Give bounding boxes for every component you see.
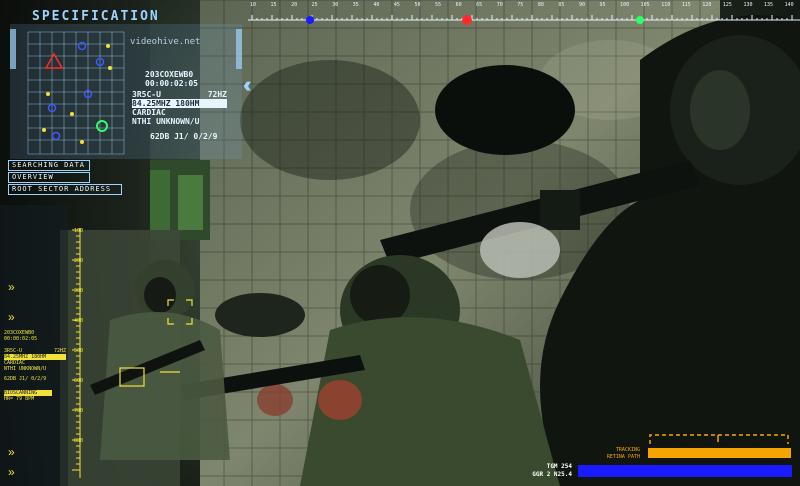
coord-readout: TGM 254 GGR 2 N25.4 — [520, 463, 572, 479]
tracking-bracket — [649, 434, 789, 444]
tracking-text: TRACKING — [615, 447, 640, 453]
tgm-text: TGM 254 — [546, 463, 572, 470]
tracking-label: TRACKING RETINA PATH — [600, 447, 640, 461]
retina-path-bar — [578, 465, 792, 477]
hud-scene: SPECIFICATION videohive.net 203COXEWB0 0… — [0, 0, 800, 486]
target-brackets — [119, 299, 193, 387]
tracking-bar — [648, 448, 791, 458]
ggr-text: GGR 2 N25.4 — [532, 471, 572, 478]
retina-text: RETINA PATH — [606, 454, 640, 460]
